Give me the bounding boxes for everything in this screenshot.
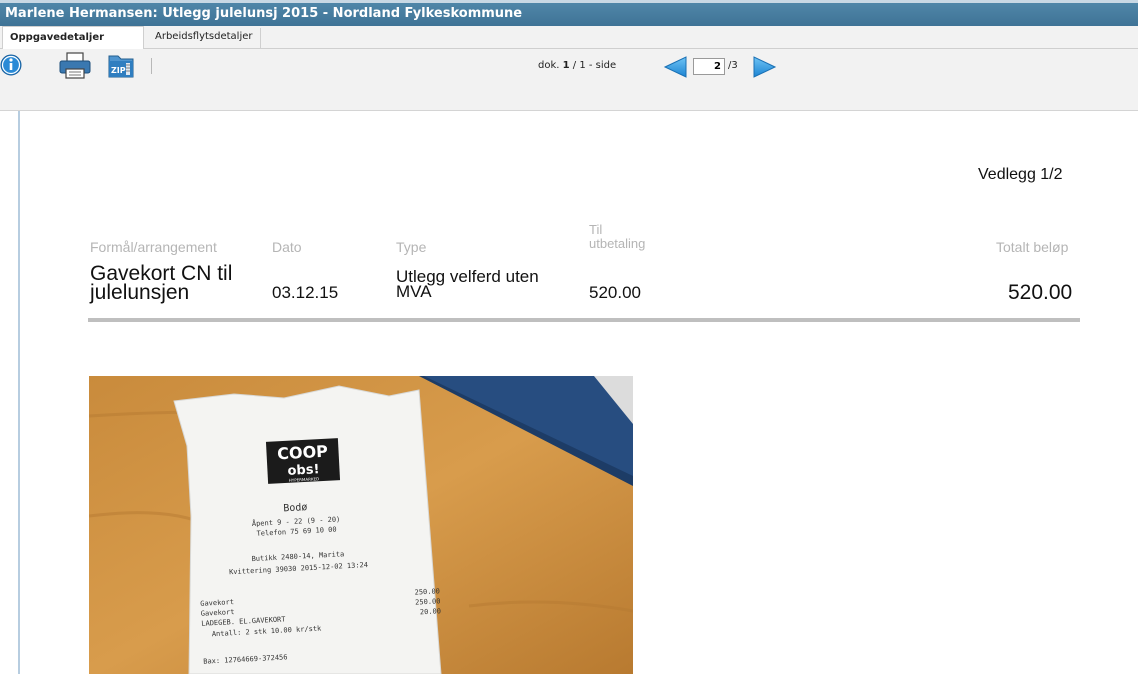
- header-date: Dato: [272, 239, 302, 255]
- header-purpose: Formål/arrangement: [90, 239, 217, 255]
- svg-text:Bodø: Bodø: [283, 502, 308, 514]
- toolbar-separator: [151, 58, 152, 74]
- page-total: /3: [728, 60, 738, 71]
- row-total: 520.00: [1008, 281, 1073, 304]
- zip-icon[interactable]: ZIP: [106, 50, 136, 80]
- viewer-left-border: [18, 111, 20, 674]
- row-type: Utlegg velferd uten MVA: [396, 267, 539, 301]
- document-viewer[interactable]: Vedlegg 1/2 Formål/arrangement Dato Type…: [0, 111, 1138, 674]
- header-total: Totalt beløp: [996, 239, 1069, 255]
- info-icon[interactable]: [0, 50, 24, 80]
- document-counter: dok. 1 / 1 - side: [538, 60, 617, 71]
- printer-icon[interactable]: [58, 50, 92, 80]
- zip-label: ZIP: [111, 66, 126, 75]
- tab-oppgavedetaljer[interactable]: Oppgavedetaljer: [2, 26, 144, 50]
- tab-arbeidsflytsdetaljer[interactable]: Arbeidsflytsdetaljer: [148, 28, 261, 48]
- tab-bar: Oppgavedetaljer Arbeidsflytsdetaljer: [0, 26, 1138, 50]
- svg-text:20.00: 20.00: [420, 607, 441, 616]
- previous-page-icon[interactable]: [662, 56, 690, 81]
- svg-text:250.00: 250.00: [414, 587, 440, 596]
- window-title: Marlene Hermansen: Utlegg julelunsj 2015…: [0, 0, 1138, 26]
- svg-text:250.00: 250.00: [415, 597, 441, 606]
- attachment-label: Vedlegg 1/2: [978, 166, 1063, 183]
- receipt-photo: COOP obs! HYPERMARKED Bodø Åpent 9 - 22 …: [89, 376, 633, 674]
- next-page-icon[interactable]: [750, 56, 778, 81]
- header-type: Type: [396, 239, 427, 255]
- row-payout: 520.00: [589, 283, 641, 302]
- header-payout: Til utbetaling: [589, 222, 646, 251]
- page-number-input[interactable]: [693, 58, 725, 75]
- row-purpose: Gavekort CN til julelunsjen: [90, 262, 233, 304]
- toolbar: ZIP dok. 1 / 1 - side /3: [0, 49, 1138, 111]
- receipt-logo: COOP: [277, 442, 329, 464]
- row-date: 03.12.15: [272, 283, 339, 302]
- table-divider: [88, 318, 1080, 322]
